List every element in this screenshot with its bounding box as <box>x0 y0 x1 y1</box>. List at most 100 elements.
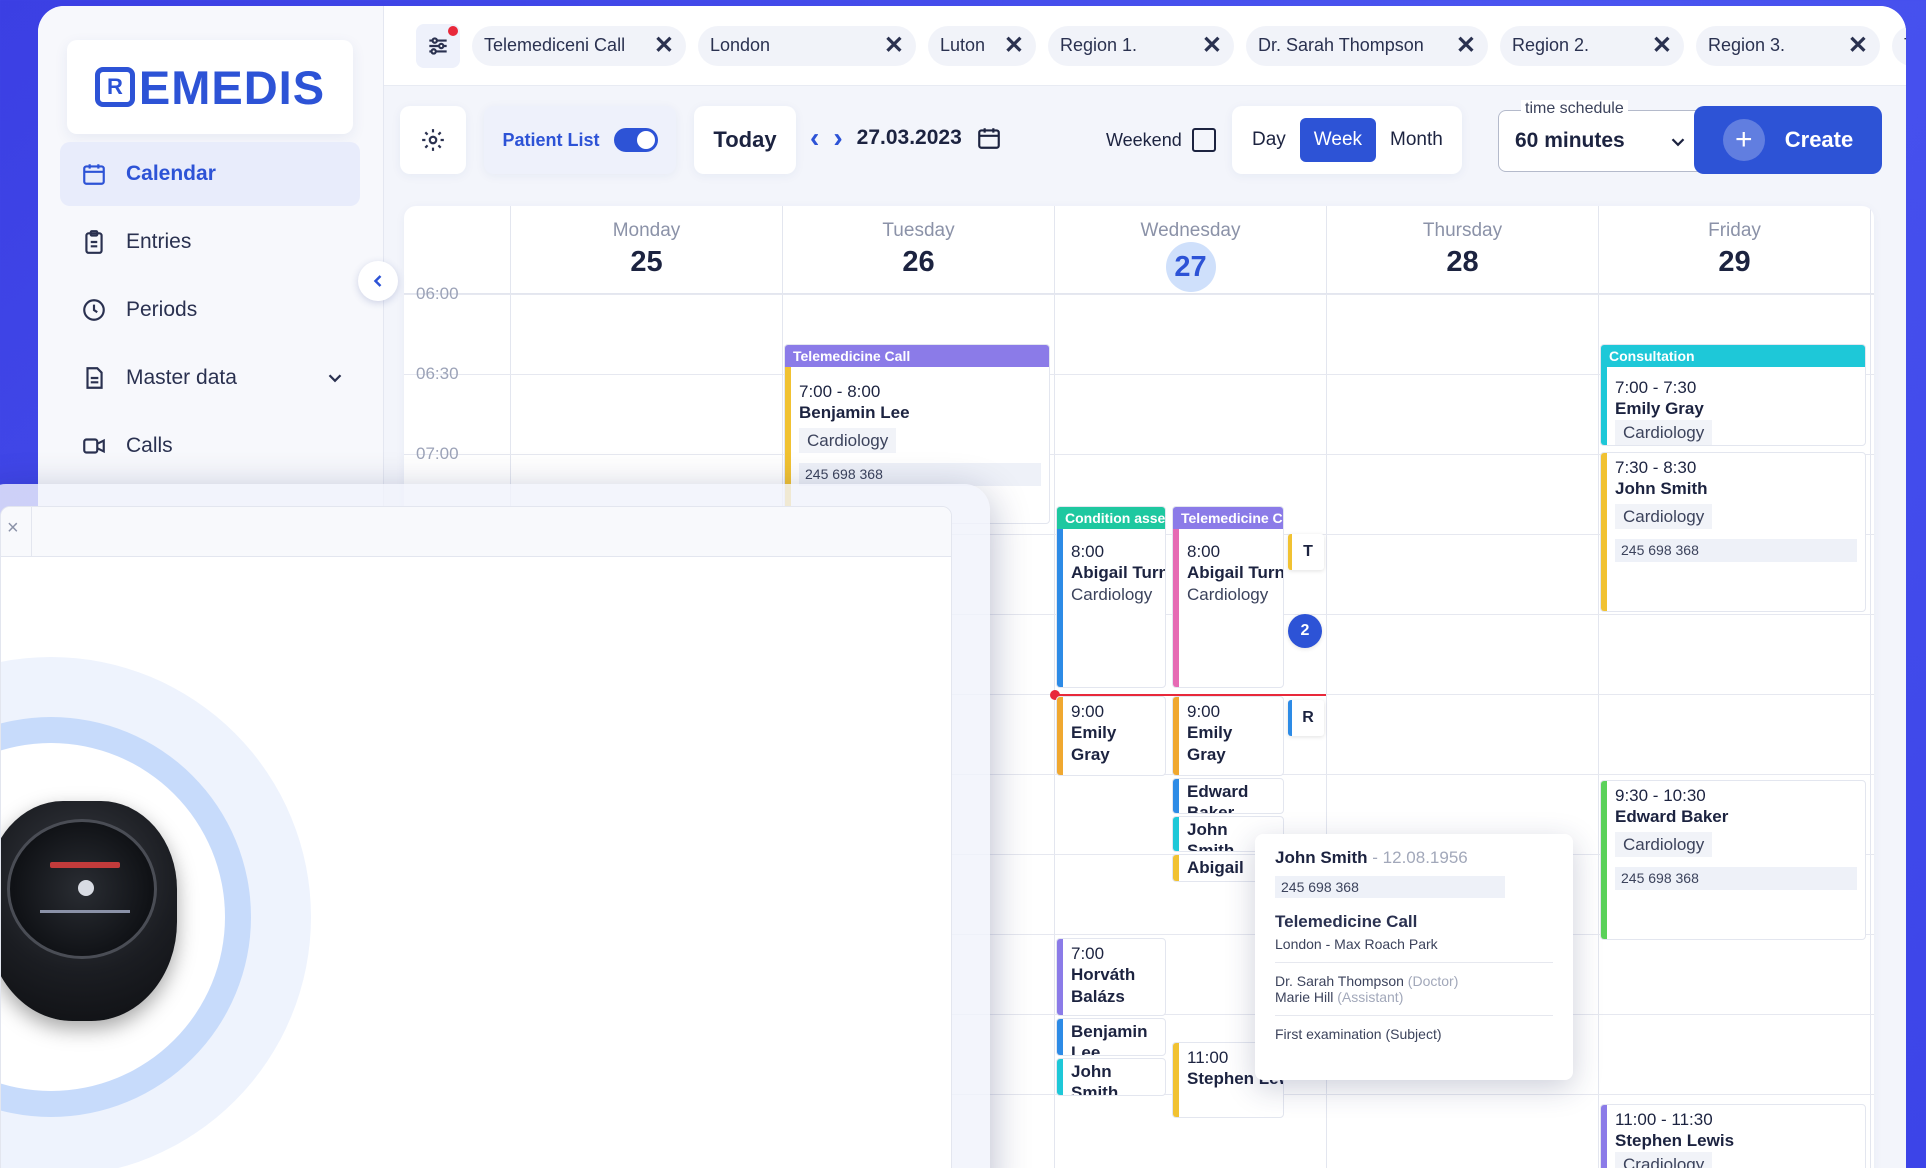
event-time: 9:30 - 10:30 <box>1615 786 1706 805</box>
tooltip-dob: - 12.08.1956 <box>1367 848 1468 867</box>
event-color-bar <box>1173 697 1179 775</box>
filter-button[interactable] <box>416 23 460 68</box>
time-schedule-select[interactable]: time schedule 60 minutes <box>1498 100 1704 172</box>
current-date[interactable]: 27.03.2023 <box>857 126 962 150</box>
settings-button[interactable] <box>400 106 466 174</box>
day-name: Monday <box>612 220 681 241</box>
patient-name: Benjamin Lee <box>799 403 910 423</box>
event-card[interactable]: 9:00 Emily Gray <box>1172 696 1284 776</box>
close-icon[interactable]: ✕ <box>1848 33 1868 58</box>
sidebar-item-entries[interactable]: Entries <box>60 210 360 274</box>
close-icon[interactable]: ✕ <box>654 33 674 58</box>
event-card[interactable]: 9:00 Emily Gray <box>1056 696 1166 776</box>
create-button[interactable]: + Create <box>1694 106 1882 174</box>
chevron-right-icon[interactable]: › <box>833 122 842 154</box>
event-card[interactable]: 11:00 - 11:30 Stephen Lewis Cradiology <box>1600 1104 1866 1168</box>
event-card[interactable]: 9:30 - 10:30 Edward Baker Cardiology 245… <box>1600 780 1866 940</box>
today-button[interactable]: Today <box>694 106 796 174</box>
close-icon[interactable]: × <box>7 517 19 540</box>
filter-chip[interactable]: Dr. Sarah Thompson ✕ <box>1246 25 1488 66</box>
chip-label: Dr. Sarah Thompson <box>1258 35 1424 55</box>
day-number-today: 27 <box>1165 242 1216 292</box>
event-color-bar <box>1173 1043 1179 1117</box>
specialty-badge: Cardiology <box>1615 503 1713 529</box>
specialty-badge: Cardiology <box>799 427 897 453</box>
phone-number: 245 698 368 <box>1615 866 1857 891</box>
filter-chip[interactable]: Region 3. ✕ <box>1696 25 1880 66</box>
chevron-left-icon[interactable]: ‹ <box>810 122 819 154</box>
chip-label: Telemediceni Call <box>484 35 626 55</box>
filter-chip[interactable]: Region 1. ✕ <box>1048 25 1234 66</box>
event-card[interactable]: Consultation 7:00 - 7:30 Emily Gray Card… <box>1600 344 1866 446</box>
weekend-checkbox-row[interactable]: Weekend <box>1106 128 1216 152</box>
patient-name: John Smith <box>1615 479 1708 499</box>
collapse-sidebar-button[interactable] <box>358 261 398 301</box>
event-color-bar <box>1057 697 1063 775</box>
filter-chip[interactable]: Telemediceni Call ✕ <box>472 25 686 66</box>
chevron-down-icon <box>1671 138 1685 147</box>
event-time: 7:00 <box>1071 944 1105 963</box>
day-number: 26 <box>902 246 935 278</box>
filter-chip[interactable]: London ✕ <box>698 25 916 66</box>
chevron-left-icon <box>373 275 382 287</box>
toggle-switch[interactable] <box>613 128 658 152</box>
device-display-icon <box>78 880 94 896</box>
chip-label: Region 3. <box>1708 35 1786 55</box>
filter-chip[interactable]: T <box>1892 25 1906 66</box>
calendar-icon[interactable] <box>976 125 1002 151</box>
close-icon[interactable]: ✕ <box>1004 33 1024 58</box>
close-icon[interactable]: ✕ <box>1652 33 1672 58</box>
event-card[interactable]: John Smith <box>1056 1058 1166 1096</box>
sidebar-item-calls[interactable]: Calls <box>60 414 360 478</box>
close-icon[interactable]: ✕ <box>1456 33 1476 58</box>
gear-icon <box>422 129 444 151</box>
tooltip-assistant: Marie Hill <box>1275 989 1334 1005</box>
view-day[interactable]: Day <box>1238 118 1300 162</box>
event-card[interactable]: 7:00 Horváth Balázs <box>1056 938 1166 1016</box>
day-header-wednesday[interactable]: Wednesday 27 <box>1054 206 1326 294</box>
plus-icon: + <box>1722 119 1765 161</box>
toolbar: Patient List Today ‹ › 27.03.2023 Weeken… <box>400 100 1896 176</box>
time-label: 06:30 <box>416 364 459 383</box>
phone-number: 245 698 368 <box>799 462 1041 487</box>
collapsed-event-badge[interactable]: T <box>1288 534 1324 570</box>
weekend-checkbox[interactable] <box>1191 128 1216 152</box>
event-color-bar <box>1173 529 1179 687</box>
close-icon[interactable]: ✕ <box>1202 33 1222 58</box>
grid-line <box>404 294 1874 295</box>
sidebar-item-master-data[interactable]: Master data <box>60 346 360 410</box>
tooltip-type: Telemedicine Call <box>1275 912 1418 931</box>
day-header-friday[interactable]: Friday 29 <box>1598 206 1870 294</box>
day-header-thursday[interactable]: Thursday 28 <box>1326 206 1598 294</box>
event-card[interactable]: Edward Baker <box>1172 778 1284 814</box>
sidebar-item-calendar[interactable]: Calendar <box>60 142 360 206</box>
view-week[interactable]: Week <box>1299 118 1377 162</box>
day-name: Thursday <box>1422 220 1503 241</box>
event-card[interactable]: Benjamin Lee <box>1056 1018 1166 1056</box>
patient-name: Abigail <box>1187 858 1244 877</box>
sliders-icon <box>429 36 447 55</box>
close-icon[interactable]: ✕ <box>884 33 904 58</box>
device-display-line <box>40 910 130 913</box>
event-card[interactable]: Condition assessment 8:00 Abigail Turner… <box>1056 506 1166 688</box>
event-type-header: Consultation <box>1601 345 1865 367</box>
filter-chip[interactable]: Region 2. ✕ <box>1500 25 1684 66</box>
video-icon <box>80 432 108 460</box>
filter-chip[interactable]: Luton ✕ <box>928 25 1036 66</box>
today-label: Today <box>713 127 777 152</box>
calendar-header: Monday 25 Tuesday 26 Wednesday 27 Thursday 2… <box>404 206 1874 294</box>
collapsed-event-badge[interactable]: R <box>1288 700 1324 736</box>
event-color-bar <box>1057 1059 1063 1095</box>
overflow-count-badge[interactable]: 2 <box>1288 614 1322 648</box>
day-name: Friday <box>1708 220 1761 241</box>
day-header-monday[interactable]: Monday 25 <box>510 206 782 294</box>
medical-device-image <box>1 801 177 1021</box>
patient-list-toggle[interactable]: Patient List <box>484 106 676 174</box>
device-panel: × <box>0 506 952 1168</box>
view-month[interactable]: Month <box>1376 118 1457 162</box>
event-card[interactable]: Telemedicine Call 8:00 Abigail Turner Ca… <box>1172 506 1284 688</box>
sidebar-item-periods[interactable]: Periods <box>60 278 360 342</box>
event-type-header: Telemedicine Call <box>785 345 1049 367</box>
day-header-tuesday[interactable]: Tuesday 26 <box>782 206 1054 294</box>
event-card[interactable]: 7:30 - 8:30 John Smith Cardiology 245 69… <box>1600 452 1866 612</box>
